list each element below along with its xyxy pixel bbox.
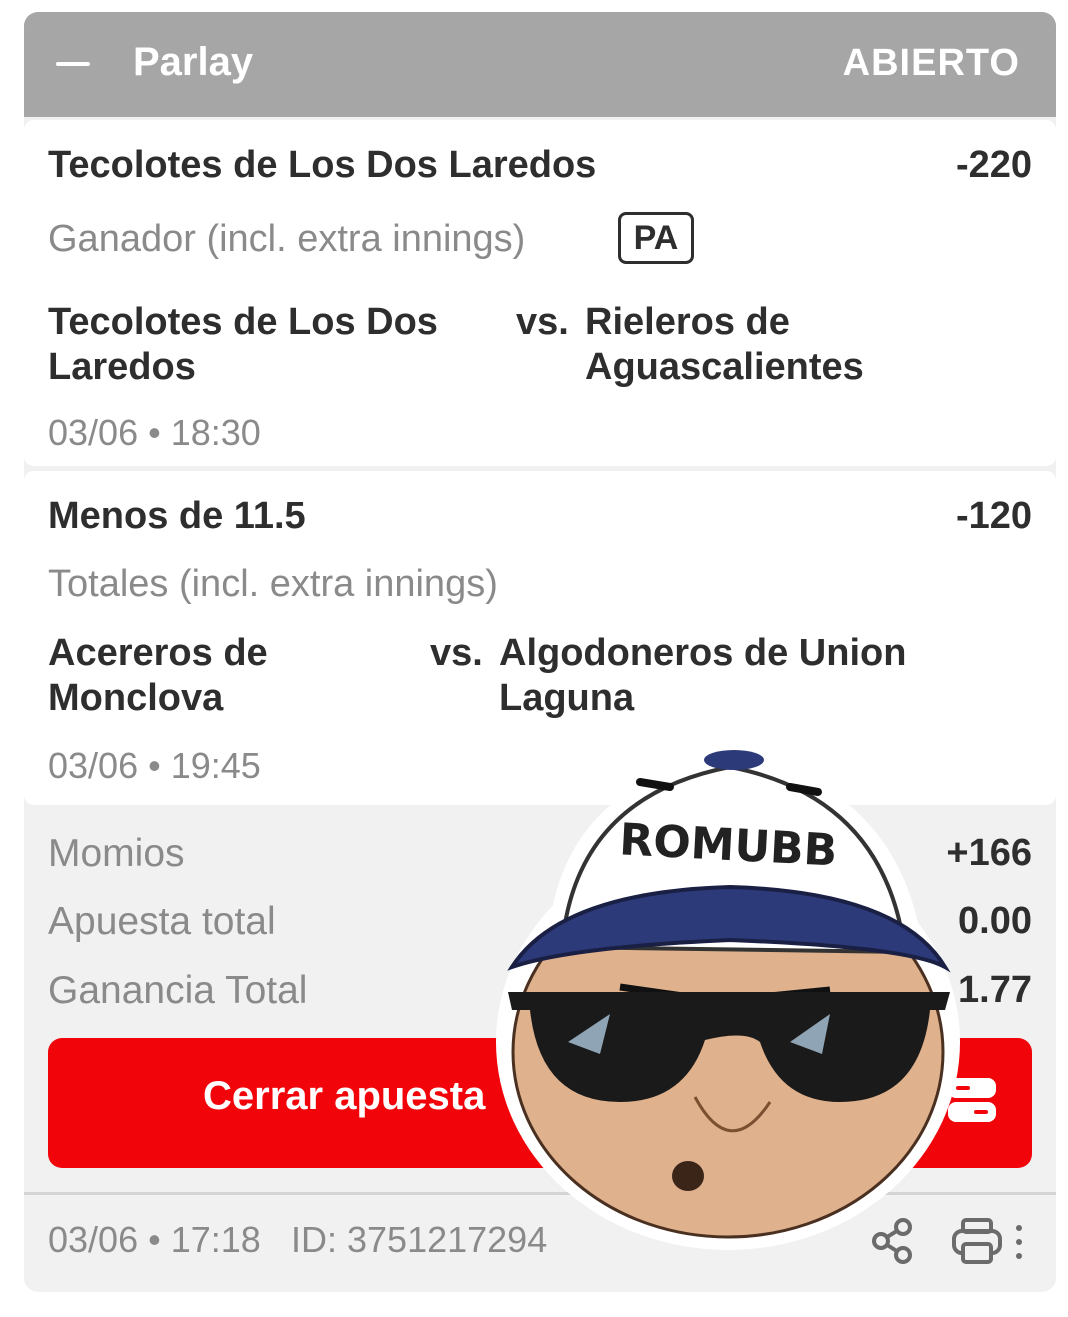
leg-odds: -220 xyxy=(955,144,1032,186)
vs-label: vs. xyxy=(516,301,569,343)
bet-status-badge: ABIERTO xyxy=(842,42,1020,84)
odds-label: Momios xyxy=(48,832,185,875)
pa-badge: PA xyxy=(618,212,694,264)
more-options-icon[interactable] xyxy=(1012,1222,1026,1262)
leg-market: Ganador (incl. extra innings) xyxy=(48,218,526,260)
leg-market: Totales (incl. extra innings) xyxy=(48,563,498,605)
leg-odds: -120 xyxy=(955,495,1032,537)
cartoon-sticker: ROMUBB xyxy=(496,750,960,1250)
away-team: Rieleros de Aguascalientes xyxy=(585,301,864,388)
stake-label: Apuesta total xyxy=(48,900,276,943)
ticket-header[interactable]: Parlay ABIERTO xyxy=(24,12,1056,117)
win-label: Ganancia Total xyxy=(48,969,308,1012)
leg-selection: Menos de 11.5 xyxy=(48,495,306,537)
away-team: Algodoneros de Union Laguna xyxy=(499,632,907,719)
event-datetime: 03/06 • 18:30 xyxy=(48,412,261,453)
placed-datetime: 03/06 • 17:18 xyxy=(48,1219,261,1260)
event-datetime: 03/06 • 19:45 xyxy=(48,745,261,786)
collapse-icon[interactable] xyxy=(56,52,90,76)
home-team: Acereros de Monclova xyxy=(48,632,268,719)
bet-leg: Tecolotes de Los Dos Laredos -220 Ganado… xyxy=(24,120,1056,466)
cashout-label: Cerrar apuesta xyxy=(203,1074,486,1118)
bet-type-title: Parlay xyxy=(133,40,254,84)
home-team: Tecolotes de Los Dos Laredos xyxy=(48,301,438,388)
vs-label: vs. xyxy=(430,632,483,674)
leg-selection: Tecolotes de Los Dos Laredos xyxy=(48,144,597,186)
